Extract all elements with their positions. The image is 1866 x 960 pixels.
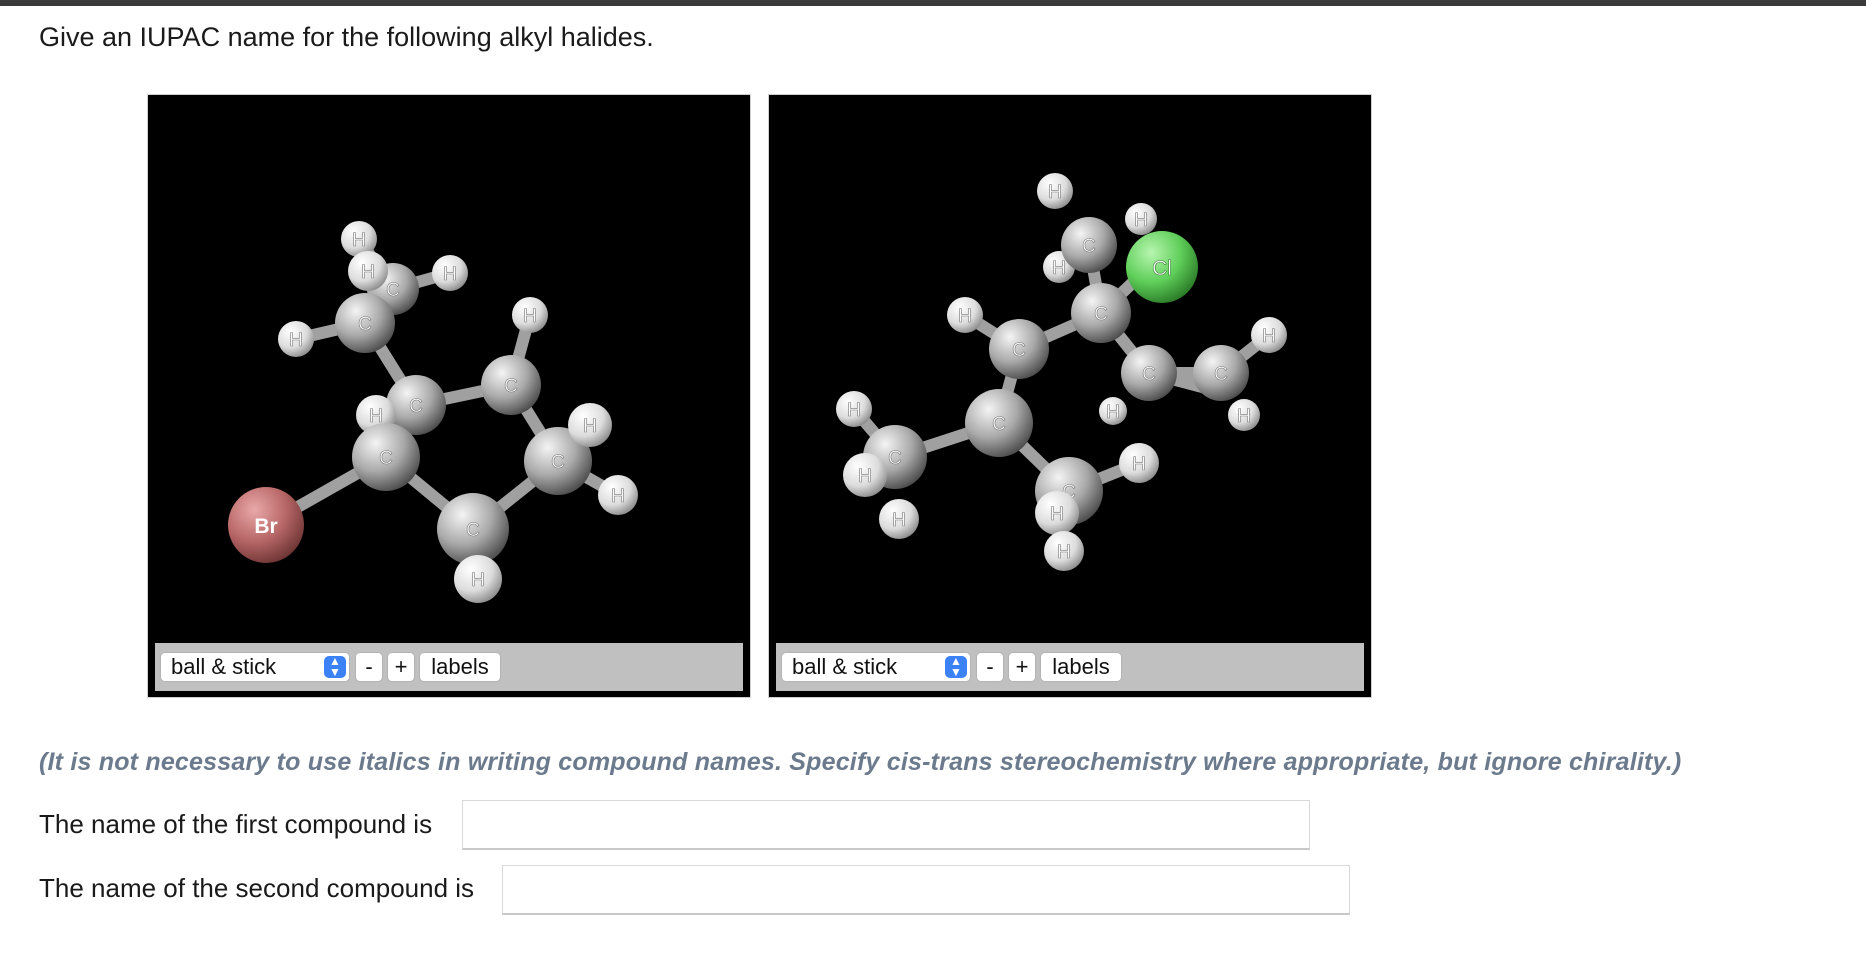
first-compound-label: The name of the first compound is <box>39 809 433 839</box>
svg-text:C: C <box>409 396 423 417</box>
svg-text:H: H <box>289 330 303 351</box>
svg-text:C: C <box>504 376 518 397</box>
svg-text:H: H <box>1134 210 1148 231</box>
svg-text:C: C <box>466 520 480 541</box>
zoom-in-button[interactable]: + <box>1008 652 1036 682</box>
display-style-value: ball & stick <box>792 654 898 679</box>
second-compound-label: The name of the second compound is <box>39 873 475 903</box>
toggle-labels-button[interactable]: labels <box>1040 652 1122 682</box>
svg-text:Br: Br <box>254 515 277 538</box>
viewer-controls-2: ball & stick ▲ ▼ - + labels <box>776 643 1364 691</box>
toggle-labels-button[interactable]: labels <box>419 652 501 682</box>
svg-text:H: H <box>1237 406 1251 427</box>
second-compound-input[interactable] <box>502 865 1350 915</box>
viewer-controls-1: ball & stick ▲ ▼ - + labels <box>155 643 743 691</box>
svg-text:H: H <box>892 510 906 531</box>
svg-text:H: H <box>1052 258 1066 279</box>
svg-text:C: C <box>1082 236 1096 257</box>
svg-text:H: H <box>1106 402 1120 423</box>
display-style-value: ball & stick <box>171 654 277 679</box>
svg-text:H: H <box>471 570 485 591</box>
svg-text:C: C <box>379 448 393 469</box>
svg-text:H: H <box>443 264 457 285</box>
svg-text:C: C <box>1094 304 1108 325</box>
atoms-2: H H H C H C Cl H C C C H H H C C H H C H… <box>836 173 1287 571</box>
svg-text:C: C <box>1142 364 1156 385</box>
svg-text:H: H <box>583 416 597 437</box>
svg-text:H: H <box>847 400 861 421</box>
svg-text:C: C <box>992 414 1006 435</box>
atoms-1: H H H C H C H C C H C C H H C H Br <box>228 221 638 603</box>
svg-text:H: H <box>858 466 872 487</box>
svg-text:C: C <box>888 448 902 469</box>
svg-text:H: H <box>611 486 625 507</box>
svg-text:Cl: Cl <box>1152 257 1172 280</box>
molecule-3d-scene-1[interactable]: H H H C H C H C C H C C H H C H Br <box>148 95 750 643</box>
zoom-out-button[interactable]: - <box>976 652 1004 682</box>
svg-text:H: H <box>958 306 972 327</box>
svg-text:C: C <box>386 280 400 301</box>
svg-text:C: C <box>358 314 372 335</box>
svg-text:H: H <box>1132 454 1146 475</box>
svg-text:C: C <box>551 452 565 473</box>
display-style-select[interactable]: ball & stick ▲ ▼ <box>781 652 971 682</box>
svg-text:H: H <box>361 262 375 283</box>
svg-text:H: H <box>1050 504 1064 525</box>
svg-text:H: H <box>1048 182 1062 203</box>
svg-text:H: H <box>352 230 366 251</box>
svg-text:H: H <box>1262 326 1276 347</box>
molecule-viewer-1[interactable]: H H H C H C H C C H C C H H C H Br ball … <box>147 94 751 698</box>
svg-text:H: H <box>523 306 537 327</box>
zoom-in-button[interactable]: + <box>387 652 415 682</box>
window-top-bar <box>0 0 1866 6</box>
svg-text:C: C <box>1214 364 1228 385</box>
question-prompt: Give an IUPAC name for the following alk… <box>39 22 654 52</box>
chevron-up-down-icon: ▲ ▼ <box>324 655 346 678</box>
display-style-select[interactable]: ball & stick ▲ ▼ <box>160 652 350 682</box>
first-compound-input[interactable] <box>462 800 1310 850</box>
svg-text:C: C <box>1012 340 1026 361</box>
zoom-out-button[interactable]: - <box>355 652 383 682</box>
svg-text:H: H <box>1057 542 1071 563</box>
molecule-viewer-2[interactable]: H H H C H C Cl H C C C H H H C C H H C H… <box>768 94 1372 698</box>
chevron-up-down-icon: ▲ ▼ <box>945 655 967 678</box>
instructions-note: (It is not necessary to use italics in w… <box>39 748 1682 776</box>
molecule-3d-scene-2[interactable]: H H H C H C Cl H C C C H H H C C H H C H… <box>769 95 1371 643</box>
